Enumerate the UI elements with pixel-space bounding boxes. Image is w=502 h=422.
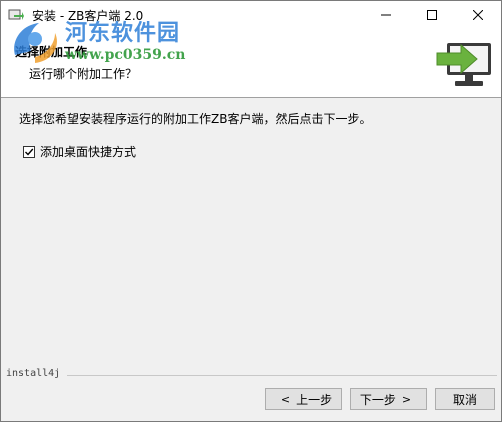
next-button[interactable]: 下一步 > xyxy=(350,388,427,410)
chevron-right-icon: > xyxy=(401,392,412,406)
instruction-text: 选择您希望安装程序运行的附加工作ZB客户端，然后点击下一步。 xyxy=(19,112,372,126)
back-button[interactable]: < 上一步 xyxy=(265,388,342,410)
minimize-icon xyxy=(381,9,391,23)
window-title: 安装 - ZB客户端 2.0 xyxy=(32,9,144,23)
back-button-label: 上一步 xyxy=(296,392,333,407)
cancel-button[interactable]: 取消 xyxy=(435,388,495,410)
page-title: 选择附加工作 xyxy=(15,45,88,59)
installer-icon xyxy=(8,8,24,24)
minimize-button[interactable] xyxy=(363,1,409,31)
title-bar[interactable]: 安装 - ZB客户端 2.0 xyxy=(1,1,501,31)
close-button[interactable] xyxy=(455,1,501,31)
header-banner: 选择附加工作 运行哪个附加工作？ xyxy=(1,31,501,98)
brand-label: install4j xyxy=(6,368,61,379)
chevron-left-icon: < xyxy=(280,392,291,406)
footer-divider xyxy=(67,375,497,376)
desktop-shortcut-checkbox[interactable]: 添加桌面快捷方式 xyxy=(23,143,136,160)
next-button-label: 下一步 xyxy=(359,392,396,407)
installer-window: 安装 - ZB客户端 2.0 选择附加工作 运行哪个附加工作？ 河东软件园 ww… xyxy=(0,0,502,422)
page-subtitle: 运行哪个附加工作？ xyxy=(29,67,138,81)
monitor-arrow-icon xyxy=(435,37,493,91)
maximize-button[interactable] xyxy=(409,1,455,31)
close-icon xyxy=(472,9,484,23)
maximize-icon xyxy=(427,9,437,23)
checkbox[interactable] xyxy=(23,145,35,158)
cancel-button-label: 取消 xyxy=(452,392,477,407)
checkbox-label[interactable]: 添加桌面快捷方式 xyxy=(40,143,136,160)
